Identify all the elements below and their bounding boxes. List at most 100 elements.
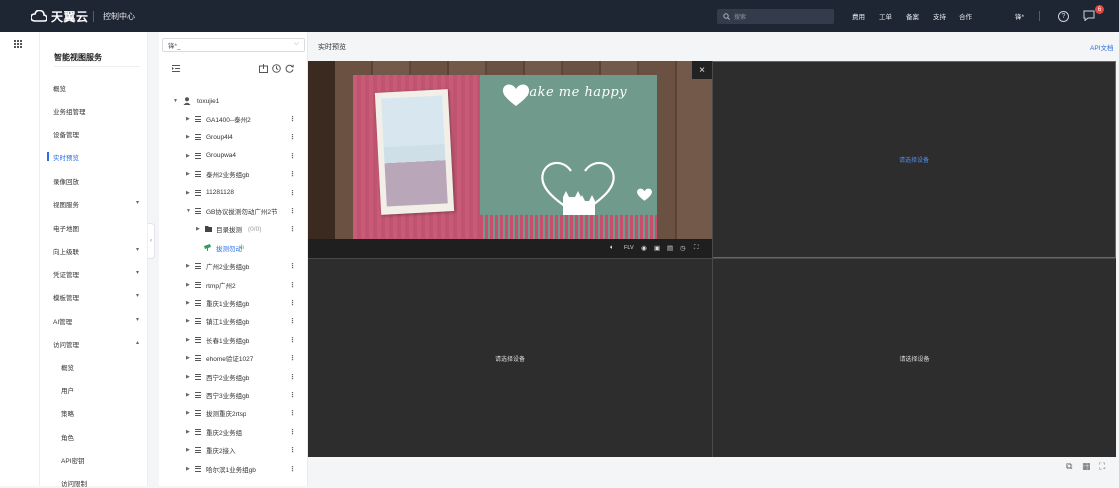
- tree-group-item[interactable]: ▶ 镇江1业务组gb ⋮: [159, 314, 299, 328]
- caret-right-icon[interactable]: ▶: [186, 318, 190, 324]
- caret-right-icon[interactable]: ▶: [186, 153, 190, 159]
- format-label[interactable]: FLV: [624, 245, 634, 251]
- caret-right-icon[interactable]: ▶: [186, 300, 190, 306]
- sidebar-item-templates[interactable]: 模板管理 ▾: [53, 292, 139, 302]
- tree-group-item[interactable]: ▶ 泰州2业务组gb ⋮: [159, 167, 299, 181]
- sidebar-item-access[interactable]: 访问管理 ▴: [53, 339, 139, 349]
- more-options-icon[interactable]: ⋮: [289, 391, 296, 399]
- nav-tickets[interactable]: 工单: [879, 11, 892, 21]
- tree-folder-item[interactable]: ▶ 目录拔测 (0/0) ⋮: [159, 222, 299, 236]
- history-icon[interactable]: ◷: [680, 244, 686, 252]
- tree-group-item[interactable]: ▶ 重庆2接入 ⋮: [159, 443, 299, 457]
- sidebar-subitem-api-keys[interactable]: API密钥: [61, 455, 147, 465]
- close-video-button[interactable]: ×: [692, 61, 712, 79]
- caret-right-icon[interactable]: ▶: [186, 263, 190, 269]
- sidebar-item-devices[interactable]: 设备管理: [53, 129, 139, 139]
- more-options-icon[interactable]: ⋮: [289, 115, 296, 123]
- caret-right-icon[interactable]: ▶: [186, 116, 190, 122]
- tree-group-item[interactable]: ▶ 11281128 ⋮: [159, 186, 299, 200]
- caret-right-icon[interactable]: ▶: [186, 429, 190, 435]
- tree-group-item[interactable]: ▶ 拔测重庆2rtsp ⋮: [159, 406, 299, 420]
- video-window-1[interactable]: u make me happy × 🔈︎ FLV ◉ ▣ ▤ ◷ ⛶: [308, 61, 712, 258]
- sidebar-subitem-users[interactable]: 用户: [61, 385, 147, 395]
- sidebar-item-overview[interactable]: 概览: [53, 83, 139, 93]
- sidebar-subitem-overview[interactable]: 概览: [61, 362, 147, 372]
- more-options-icon[interactable]: ⋮: [289, 207, 296, 215]
- sidebar-item-ai[interactable]: AI管理 ▾: [53, 316, 139, 326]
- video-window-3[interactable]: 请选择设备: [308, 259, 712, 457]
- caret-right-icon[interactable]: ▶: [186, 134, 190, 140]
- tree-group-item[interactable]: ▶ 哈尔滨1业务组gb ⋮: [159, 462, 299, 476]
- sidebar-item-view-service[interactable]: 视图服务 ▾: [53, 199, 139, 209]
- sidebar-item-cascade[interactable]: 向上级联 ▾: [53, 246, 139, 256]
- more-options-icon[interactable]: ⋮: [289, 281, 296, 289]
- more-options-icon[interactable]: ⋮: [289, 225, 296, 233]
- more-options-icon[interactable]: ⋮: [289, 354, 296, 362]
- more-options-icon[interactable]: ⋮: [289, 336, 296, 344]
- caret-right-icon[interactable]: ▶: [186, 466, 190, 472]
- more-options-icon[interactable]: ⋮: [289, 317, 296, 325]
- tree-group-item[interactable]: ▼ GB协议拔测勿动广州2节 ⋮: [159, 204, 299, 218]
- window-mode-icon[interactable]: ⧉: [1066, 461, 1072, 472]
- tree-group-item[interactable]: ▶ 重庆1业务组gb ⋮: [159, 296, 299, 310]
- nav-support[interactable]: 支持: [933, 11, 946, 21]
- brand-logo[interactable]: 天翼云: [31, 8, 89, 24]
- caret-down-icon[interactable]: ▼: [186, 208, 191, 214]
- api-doc-link[interactable]: API文档: [1090, 42, 1113, 52]
- tree-root[interactable]: ▼ toxujie1: [159, 94, 299, 108]
- sidebar-item-playback[interactable]: 录像回放: [53, 176, 139, 186]
- more-options-icon[interactable]: ⋮: [289, 152, 296, 160]
- nav-filing[interactable]: 备案: [906, 11, 919, 21]
- snapshot-icon[interactable]: ▣: [654, 244, 660, 252]
- tree-group-item[interactable]: ▶ Groupwa4 ⋮: [159, 149, 299, 163]
- sidebar-item-live-preview[interactable]: 实时预览: [53, 152, 139, 162]
- caret-right-icon[interactable]: ▶: [186, 171, 190, 177]
- apps-grid-icon[interactable]: [14, 40, 22, 48]
- tree-group-item[interactable]: ▶ 长春1业务组gb ⋮: [159, 333, 299, 347]
- fullscreen-icon[interactable]: ⛶: [1099, 461, 1105, 472]
- sidebar-subitem-policies[interactable]: 策略: [61, 408, 147, 418]
- tree-group-item[interactable]: ▶ 西宁2业务组gb ⋮: [159, 370, 299, 384]
- ptz-icon[interactable]: ◉: [641, 244, 647, 252]
- history-icon[interactable]: [272, 64, 281, 73]
- collapse-tree-icon[interactable]: [172, 65, 180, 72]
- caret-right-icon[interactable]: ▶: [186, 392, 190, 398]
- tree-group-item[interactable]: ▶ rtmp广州2 ⋮: [159, 278, 299, 292]
- volume-icon[interactable]: 🔈︎: [610, 244, 614, 252]
- sidebar-subitem-roles[interactable]: 角色: [61, 432, 147, 442]
- sidebar-item-business-groups[interactable]: 业务组管理: [53, 106, 139, 116]
- caret-right-icon[interactable]: ▶: [196, 226, 200, 232]
- fullscreen-icon[interactable]: ⛶: [694, 244, 699, 252]
- more-options-icon[interactable]: ⋮: [289, 299, 296, 307]
- nav-billing[interactable]: 费用: [852, 11, 865, 21]
- tree-camera-item[interactable]: 拔测勿动 ılı: [159, 241, 299, 255]
- split-layout-icon[interactable]: ▦: [1082, 461, 1091, 472]
- tree-group-item[interactable]: ▶ 广州2业务组gb ⋮: [159, 259, 299, 273]
- more-options-icon[interactable]: ⋮: [289, 373, 296, 381]
- more-options-icon[interactable]: ⋮: [289, 170, 296, 178]
- caret-right-icon[interactable]: ▶: [186, 355, 190, 361]
- more-options-icon[interactable]: ⋮: [289, 133, 296, 141]
- caret-right-icon[interactable]: ▶: [186, 374, 190, 380]
- refresh-icon[interactable]: [285, 64, 294, 73]
- caret-right-icon[interactable]: ▶: [186, 337, 190, 343]
- more-options-icon[interactable]: ⋮: [289, 189, 296, 197]
- sidebar-item-credentials[interactable]: 凭证管理 ▾: [53, 269, 139, 279]
- caret-right-icon[interactable]: ▶: [186, 410, 190, 416]
- search-input[interactable]: 搜索: [717, 9, 834, 24]
- sidebar-item-map[interactable]: 电子地图: [53, 223, 139, 233]
- tree-group-item[interactable]: ▶ 重庆2业务组 ⋮: [159, 425, 299, 439]
- more-options-icon[interactable]: ⋮: [289, 409, 296, 417]
- tree-group-item[interactable]: ▶ ehome验证1027 ⋮: [159, 351, 299, 365]
- caret-right-icon[interactable]: ▶: [186, 282, 190, 288]
- account-select[interactable]: 锋*_ ⌵: [162, 38, 305, 52]
- more-options-icon[interactable]: ⋮: [289, 465, 296, 473]
- video-window-2[interactable]: 请选择设备: [712, 61, 1116, 258]
- tree-group-item[interactable]: ▶ Group4l4 ⋮: [159, 130, 299, 144]
- nav-cooperation[interactable]: 合作: [959, 11, 972, 21]
- caret-right-icon[interactable]: ▶: [186, 447, 190, 453]
- more-options-icon[interactable]: ⋮: [289, 446, 296, 454]
- caret-right-icon[interactable]: ▶: [186, 190, 190, 196]
- sidebar-collapse-button[interactable]: ‹: [148, 223, 155, 259]
- more-options-icon[interactable]: ⋮: [289, 262, 296, 270]
